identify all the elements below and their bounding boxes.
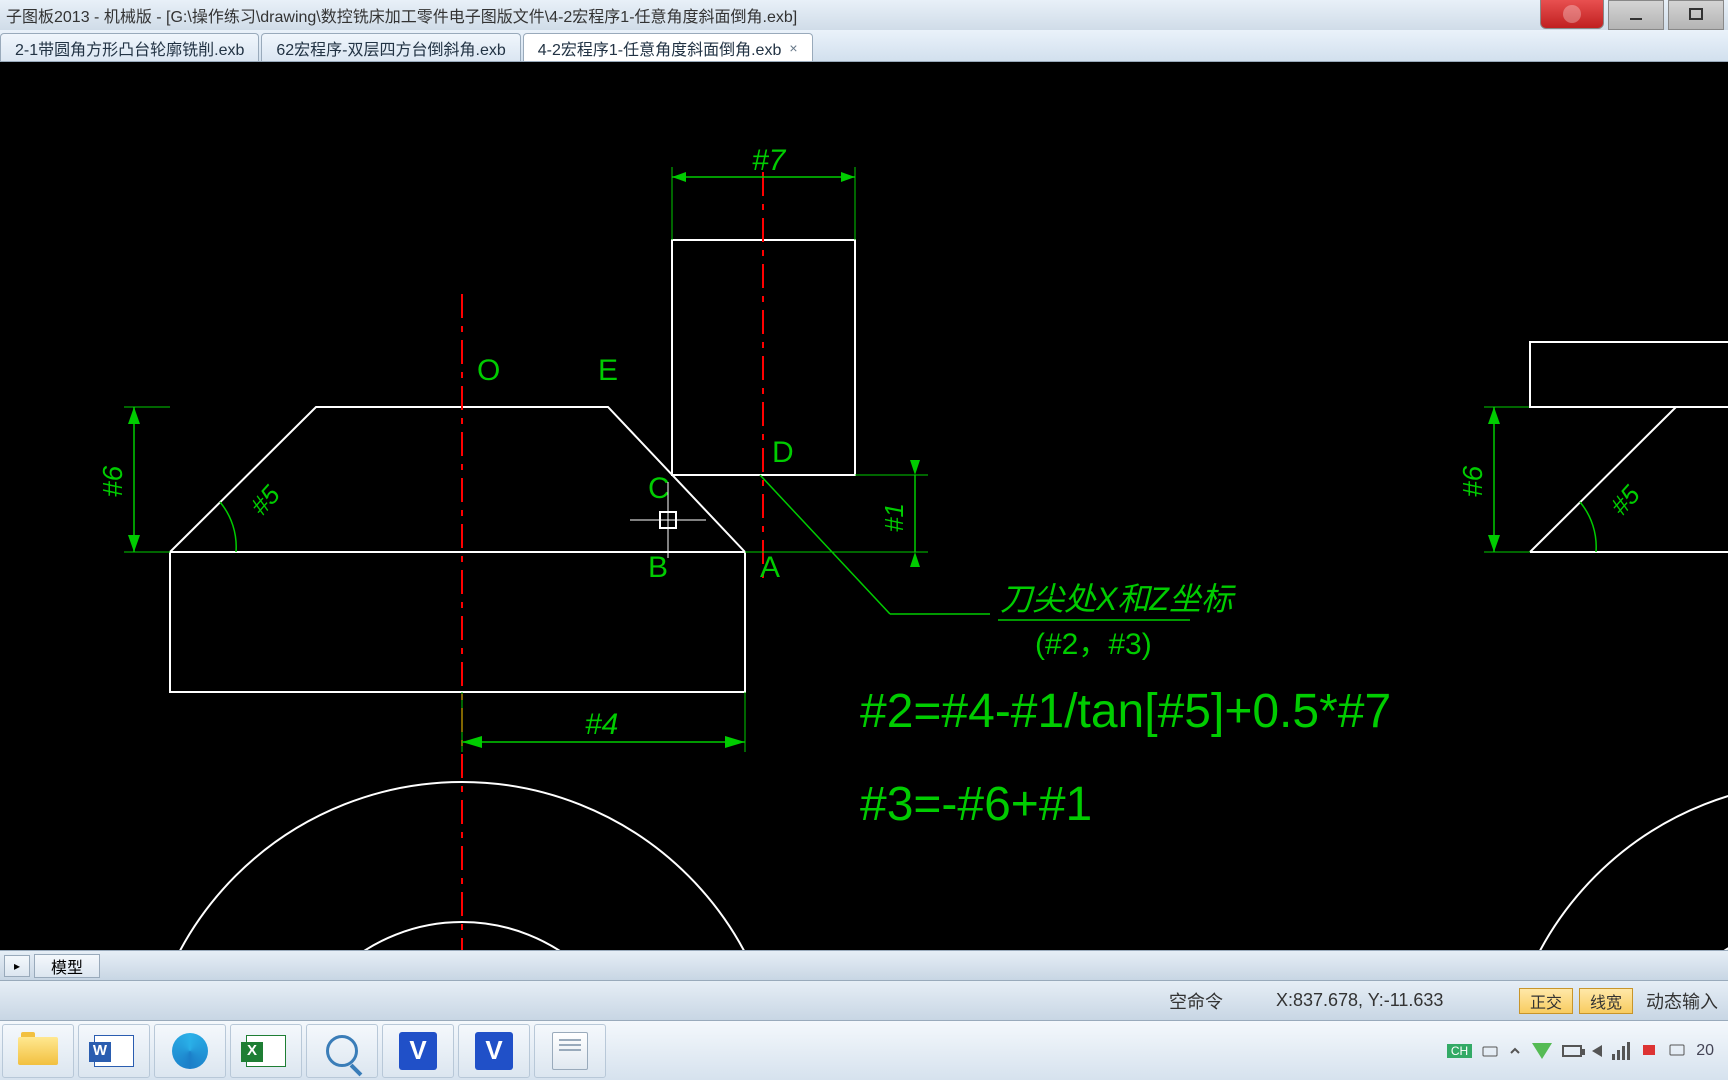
model-tab-label: 模型 xyxy=(51,954,83,978)
tab-label: 62宏程序-双层四方台倒斜角.exb xyxy=(276,36,505,60)
taskbar-excel[interactable] xyxy=(230,1024,302,1078)
taskbar-word[interactable] xyxy=(78,1024,150,1078)
maximize-button[interactable] xyxy=(1668,0,1724,30)
dim-6a: #6 xyxy=(97,465,128,497)
folder-icon xyxy=(18,1037,58,1065)
ie-icon xyxy=(172,1033,208,1069)
system-tray: CH 20 xyxy=(1433,1042,1728,1060)
magnifier-icon xyxy=(326,1035,358,1067)
pt-A: A xyxy=(760,551,780,584)
excel-icon xyxy=(246,1035,286,1067)
battery-icon[interactable] xyxy=(1562,1045,1582,1057)
status-bar: 空命令 X:837.678, Y:-11.633 正交 线宽 动态输入 xyxy=(0,980,1728,1020)
command-status: 空命令 xyxy=(1116,988,1276,1014)
lwt-label: 线宽 xyxy=(1590,989,1622,1013)
window-controls xyxy=(1540,0,1724,30)
window-title: 子图板2013 - 机械版 - [G:\操作练习\drawing\数控铣床加工零… xyxy=(6,3,797,27)
pt-D: D xyxy=(772,436,794,469)
pt-C: C xyxy=(648,472,670,505)
pt-O: O xyxy=(477,354,500,387)
leader-title: 刀尖处X和Z坐标 xyxy=(1000,581,1236,617)
leader-sub: (#2，#3) xyxy=(1035,628,1152,661)
signal-icon[interactable] xyxy=(1612,1042,1630,1060)
chevron-up-icon[interactable] xyxy=(1508,1044,1522,1058)
v-icon: V xyxy=(475,1032,513,1070)
word-icon xyxy=(94,1035,134,1067)
taskbar-app-v2[interactable]: V xyxy=(458,1024,530,1078)
model-tab[interactable]: 模型 xyxy=(34,954,100,978)
ime-indicator[interactable]: CH xyxy=(1447,1044,1472,1058)
action-center-icon[interactable] xyxy=(1668,1042,1686,1060)
tab-label: 2-1带圆角方形凸台轮廓铣削.exb xyxy=(15,36,244,60)
title-bar: 子图板2013 - 机械版 - [G:\操作练习\drawing\数控铣床加工零… xyxy=(0,0,1728,30)
flag-icon[interactable] xyxy=(1640,1042,1658,1060)
model-first-button[interactable]: ▸ xyxy=(4,955,30,977)
taskbar-notepad[interactable] xyxy=(534,1024,606,1078)
tab-doc-2[interactable]: 4-2宏程序1-任意角度斜面倒角.exb × xyxy=(523,33,813,61)
dim-5b: #5 xyxy=(1604,479,1646,521)
close-tab-icon[interactable]: × xyxy=(789,40,797,56)
lineweight-button[interactable]: 线宽 xyxy=(1579,988,1633,1014)
taskbar-app-v1[interactable]: V xyxy=(382,1024,454,1078)
ortho-label: 正交 xyxy=(1530,989,1562,1013)
dynamic-input-toggle[interactable]: 动态输入 xyxy=(1636,988,1728,1014)
v-icon: V xyxy=(399,1032,437,1070)
dim-4: #4 xyxy=(585,708,618,741)
shield-icon[interactable] xyxy=(1532,1043,1552,1059)
speaker-icon[interactable] xyxy=(1592,1045,1602,1057)
equation-1: #2=#4-#1/tan[#5]+0.5*#7 xyxy=(860,685,1391,738)
document-tab-bar: 2-1带圆角方形凸台轮廓铣削.exb 62宏程序-双层四方台倒斜角.exb 4-… xyxy=(0,30,1728,62)
tab-doc-0[interactable]: 2-1带圆角方形凸台轮廓铣削.exb xyxy=(0,33,259,61)
pt-E: E xyxy=(598,354,618,387)
dim-1: #1 xyxy=(879,503,909,532)
dim-7: #7 xyxy=(752,144,787,177)
model-strip: ▸ 模型 xyxy=(0,950,1728,980)
taskbar-ie[interactable] xyxy=(154,1024,226,1078)
coordinate-readout: X:837.678, Y:-11.633 xyxy=(1276,990,1516,1011)
tab-doc-1[interactable]: 62宏程序-双层四方台倒斜角.exb xyxy=(261,33,520,61)
pt-B: B xyxy=(648,551,668,584)
equation-2: #3=-#6+#1 xyxy=(860,778,1092,831)
ortho-button[interactable]: 正交 xyxy=(1519,988,1573,1014)
drawing-canvas[interactable]: #7 #4 #6 #5 #1 O E D C B A 刀尖处X和Z坐标 (#2，… xyxy=(0,62,1728,950)
taskbar: V V CH 20 xyxy=(0,1020,1728,1080)
dim-6b: #6 xyxy=(1457,465,1488,497)
note-icon xyxy=(552,1032,588,1070)
keyboard-icon[interactable] xyxy=(1482,1043,1498,1059)
dim-5a: #5 xyxy=(244,479,286,521)
minimize-button[interactable] xyxy=(1608,0,1664,30)
zoom-level: 20 xyxy=(1696,1042,1714,1060)
taskbar-magnifier[interactable] xyxy=(306,1024,378,1078)
taskbar-explorer[interactable] xyxy=(2,1024,74,1078)
close-mask-button[interactable] xyxy=(1540,0,1604,29)
tab-label: 4-2宏程序1-任意角度斜面倒角.exb xyxy=(538,36,782,60)
